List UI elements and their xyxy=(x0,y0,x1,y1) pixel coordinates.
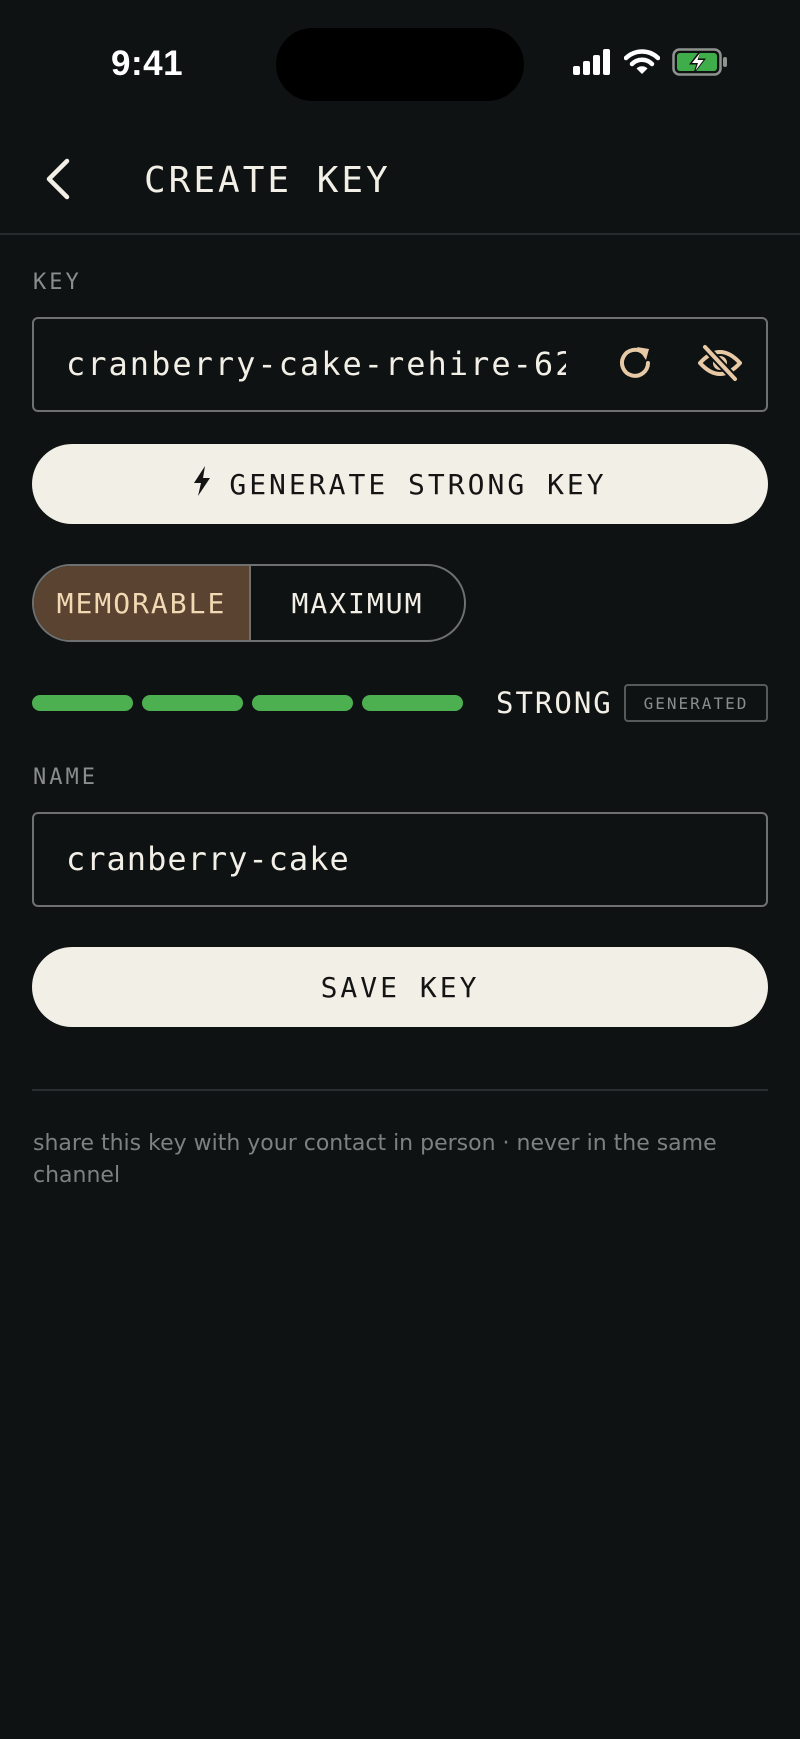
mode-option-memorable[interactable]: MEMORABLE xyxy=(34,566,251,640)
signal-icon xyxy=(572,49,612,79)
save-button-label: SAVE KEY xyxy=(320,970,480,1004)
footnote: share this key with your contact in pers… xyxy=(33,1131,717,1188)
status-bar: 9:41 xyxy=(0,0,800,130)
name-input-value: cranberry-cake xyxy=(66,840,350,878)
wifi-icon xyxy=(623,49,661,79)
mode-option-maximum[interactable]: MAXIMUM xyxy=(251,566,464,640)
refresh-icon xyxy=(615,343,655,387)
regenerate-key-button[interactable] xyxy=(611,341,659,389)
strength-segment xyxy=(252,695,353,711)
create-key-screen: 9:41 CREATE KEY KEY cranberry-cake-rehir… xyxy=(0,0,800,1739)
battery-charging-icon xyxy=(672,48,728,80)
toggle-visibility-button[interactable] xyxy=(696,341,744,389)
divider xyxy=(32,1089,768,1091)
bolt-icon xyxy=(193,465,211,503)
dynamic-island xyxy=(276,28,524,101)
key-label: KEY xyxy=(33,270,82,295)
strength-meter xyxy=(32,695,463,711)
generate-button-label: GENERATE STRONG KEY xyxy=(229,467,607,501)
back-button[interactable] xyxy=(38,156,78,206)
header: CREATE KEY xyxy=(0,140,800,235)
status-icons xyxy=(572,48,728,80)
name-input[interactable]: cranberry-cake xyxy=(32,812,768,907)
key-input-value: cranberry-cake-rehire-62- xyxy=(66,345,566,383)
generate-strong-key-button[interactable]: GENERATE STRONG KEY xyxy=(32,444,768,524)
status-time: 9:41 xyxy=(111,44,184,83)
mode-toggle: MEMORABLE MAXIMUM xyxy=(32,564,466,642)
strength-segment xyxy=(362,695,463,711)
save-key-button[interactable]: SAVE KEY xyxy=(32,947,768,1027)
eye-off-icon xyxy=(697,343,743,387)
page-title: CREATE KEY xyxy=(144,160,391,201)
chevron-left-icon xyxy=(45,158,71,204)
key-input[interactable]: cranberry-cake-rehire-62- xyxy=(32,317,768,412)
strength-label: STRONG xyxy=(496,686,613,720)
name-label: NAME xyxy=(33,765,98,790)
strength-segment xyxy=(142,695,243,711)
strength-segment xyxy=(32,695,133,711)
generated-badge: GENERATED xyxy=(624,684,768,722)
